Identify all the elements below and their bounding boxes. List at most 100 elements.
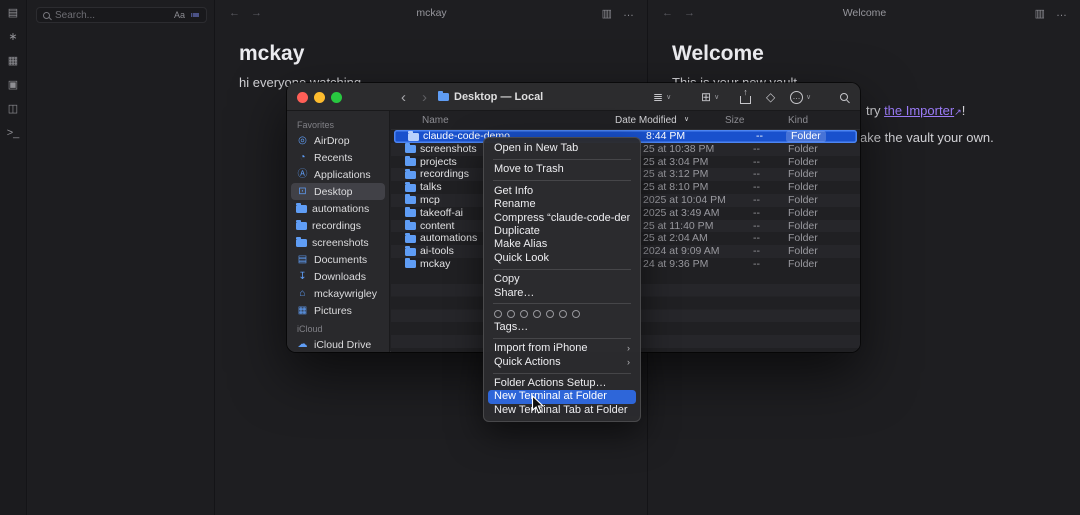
ribbon-icon-glyph: ∗ [8, 31, 18, 43]
menu-tags-row [488, 308, 636, 321]
group-icon: ⊞ [701, 90, 712, 104]
search-button[interactable] [840, 83, 848, 111]
sidebar-item-label: Desktop [314, 185, 353, 198]
finder-sidebar-item[interactable]: ◎ AirDrop [291, 132, 385, 149]
menu-item[interactable]: Duplicate › [488, 225, 636, 238]
menu-item[interactable]: Folder Actions Setup… › [488, 377, 636, 390]
column-header-date-modified[interactable]: Date Modified [615, 115, 677, 126]
sidebar-item-label: Documents [314, 253, 368, 266]
menu-item[interactable]: Compress “claude-code-demo” › [488, 212, 636, 225]
pictures-icon: ▦ [297, 304, 308, 316]
finder-sidebar-item[interactable]: ▦ Pictures [291, 302, 385, 319]
tab-title[interactable]: mckay [216, 7, 647, 19]
finder-sidebar-item[interactable]: Ⓐ Applications [291, 166, 385, 183]
terminal-icon[interactable]: >_ [6, 126, 21, 141]
ribbon-icon-glyph: ▦ [7, 55, 19, 67]
match-case-toggle[interactable]: Aa [174, 10, 185, 20]
menu-item[interactable]: Rename › [488, 198, 636, 211]
forward-icon[interactable]: → [684, 7, 695, 19]
submenu-chevron-icon: › [627, 343, 630, 354]
menu-item[interactable]: Quick Look › [488, 252, 636, 265]
column-header-size[interactable]: Size [725, 115, 744, 126]
menu-item[interactable]: Make Alias › [488, 238, 636, 251]
tag-color-dot[interactable] [520, 309, 528, 318]
more-options-icon[interactable]: … [1056, 7, 1067, 20]
view-options-button[interactable]: ≣ ∨ [653, 83, 671, 111]
group-by-button[interactable]: ⊞ ∨ [701, 83, 719, 111]
reading-mode-icon[interactable]: ▥ [602, 7, 612, 20]
tag-color-dot[interactable] [546, 309, 554, 318]
menu-item[interactable]: Get Info › [488, 185, 636, 198]
tags-button[interactable]: ◇ [766, 83, 775, 111]
importer-link[interactable]: the Importer [884, 103, 954, 118]
finder-titlebar[interactable]: ‹ › Desktop — Local ≣ ∨ ⊞ ∨ ◇ … ∨ [287, 83, 860, 111]
file-name: ai-tools [420, 245, 454, 258]
menu-item[interactable]: Move to Trash › [488, 163, 636, 176]
tag-color-dot[interactable] [507, 309, 515, 318]
folder-icon [405, 156, 416, 167]
folder-icon [405, 207, 416, 218]
finder-sidebar-item[interactable]: ☁ iCloud Drive [291, 336, 385, 352]
back-icon[interactable]: ‹ [401, 83, 406, 111]
menu-item[interactable]: Import from iPhone › [488, 342, 636, 355]
column-header-name[interactable]: Name [422, 115, 449, 126]
canvas-icon[interactable]: ▦ [6, 54, 21, 69]
back-icon[interactable]: ← [229, 7, 240, 19]
finder-sidebar-item[interactable]: recordings [291, 217, 385, 234]
note-content[interactable]: Welcome This is your new vault [649, 26, 1080, 90]
back-icon[interactable]: ← [662, 7, 673, 19]
search-settings-icon[interactable]: ≔ [190, 10, 200, 21]
menu-item[interactable]: New Terminal Tab at Folder › [488, 404, 636, 417]
file-size: -- [753, 155, 760, 168]
file-name: mckay [420, 257, 451, 270]
minimize-button[interactable] [314, 91, 325, 103]
file-name: mcp [420, 193, 440, 206]
proxy-folder-icon [438, 91, 449, 101]
pane-header: ← → mckay ▥ … [216, 0, 647, 26]
finder-sidebar-item[interactable]: ⊡ Desktop [291, 183, 385, 200]
finder-sidebar-item[interactable]: ⌂ mckaywrigley [291, 285, 385, 302]
menu-item[interactable]: Open in New Tab › [488, 142, 636, 155]
graph-view-icon[interactable]: ∗ [6, 30, 21, 45]
menu-item[interactable]: Quick Actions › [488, 356, 636, 369]
menu-separator [493, 158, 631, 160]
menu-separator [493, 337, 631, 339]
zoom-button[interactable] [331, 91, 342, 103]
finder-sidebar-item[interactable]: ◔ Recents [291, 149, 385, 166]
finder-sidebar-item[interactable]: ▤ Documents [291, 251, 385, 268]
documents-icon: ▤ [297, 253, 308, 265]
tag-color-dot[interactable] [572, 309, 580, 318]
column-header-kind[interactable]: Kind [788, 115, 808, 126]
menu-item[interactable]: Share… › [488, 287, 636, 300]
daily-note-icon[interactable]: ▣ [6, 78, 21, 93]
file-kind: Folder [788, 219, 818, 232]
sidebar-item-label: Recents [314, 151, 353, 164]
menu-item[interactable]: Copy › [488, 273, 636, 286]
menu-item-label: Get Info [494, 184, 534, 197]
file-date-modified: 2025 at 10:04 PM [643, 193, 726, 206]
airdrop-icon: ◎ [298, 134, 307, 146]
menu-item[interactable]: Tags… › [488, 321, 636, 334]
more-options-icon[interactable]: … [623, 7, 634, 20]
templates-icon[interactable]: ◫ [6, 102, 21, 117]
files-icon[interactable]: ▤ [6, 6, 21, 21]
finder-sidebar-item[interactable]: automations [291, 200, 385, 217]
file-date-modified: 25 at 10:38 PM [643, 142, 715, 155]
tag-color-dot[interactable] [559, 309, 567, 318]
note-content[interactable]: mckay hi everyone watching [216, 26, 647, 90]
finder-sidebar-item[interactable]: screenshots [291, 234, 385, 251]
close-button[interactable] [297, 91, 308, 103]
file-date-modified: 25 at 3:12 PM [643, 168, 709, 181]
forward-icon[interactable]: → [251, 7, 262, 19]
actions-button[interactable]: … ∨ [790, 83, 811, 111]
vault-search[interactable]: Aa ≔ [36, 7, 207, 23]
tag-color-dot[interactable] [533, 309, 541, 318]
menu-item[interactable]: New Terminal at Folder › [488, 390, 636, 404]
reading-mode-icon[interactable]: ▥ [1035, 7, 1045, 20]
finder-sidebar-item[interactable]: ↧ Downloads [291, 268, 385, 285]
share-button[interactable] [740, 83, 751, 111]
forward-icon[interactable]: › [422, 83, 427, 111]
tag-color-dot[interactable] [494, 309, 502, 318]
tab-title[interactable]: Welcome [649, 7, 1080, 19]
search-input[interactable] [55, 9, 169, 21]
